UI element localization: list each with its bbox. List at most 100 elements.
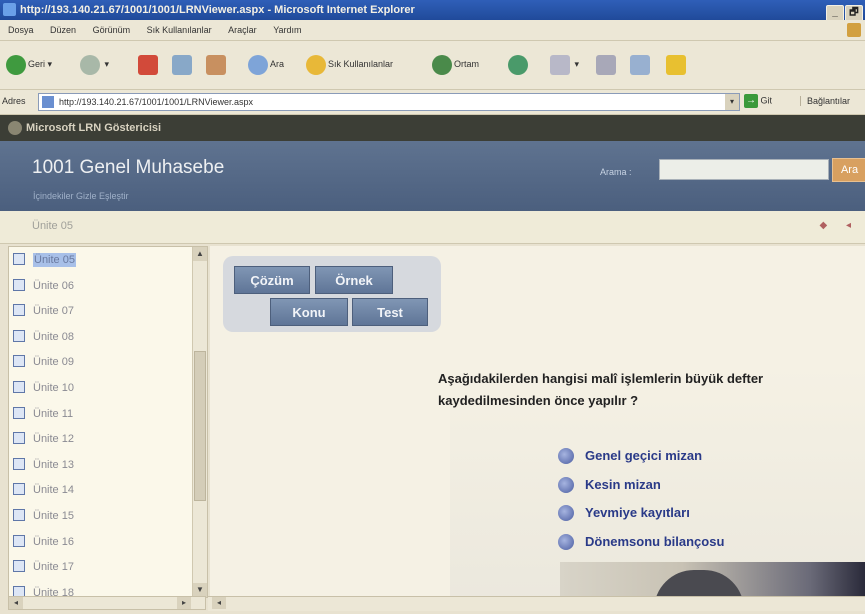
refresh-button[interactable] [172, 52, 194, 76]
content-horizontal-scrollbar[interactable]: ◂ [208, 596, 865, 611]
scroll-left-arrow-icon[interactable]: ◂ [212, 597, 226, 609]
answer-option-label: Kesin mizan [585, 476, 661, 492]
go-arrow-icon: → [744, 94, 758, 108]
toc-item[interactable]: Ünite 07 [9, 298, 189, 324]
toc-sidebar: Ünite 05 Ünite 06 Ünite 07 Ünite 08 Ünit… [8, 246, 208, 598]
toc-item[interactable]: Ünite 09 [9, 349, 189, 375]
toc-item[interactable]: Ünite 16 [9, 529, 189, 555]
scroll-thumb[interactable] [194, 351, 206, 501]
answer-option[interactable]: Kesin mizan [555, 475, 724, 504]
toc-item[interactable]: Ünite 14 [9, 477, 189, 503]
menu-help[interactable]: Yardım [273, 25, 301, 35]
history-button[interactable] [508, 52, 530, 76]
menu-edit[interactable]: Düzen [50, 25, 76, 35]
toc-item[interactable]: Ünite 15 [9, 503, 189, 529]
document-icon [13, 432, 25, 445]
document-icon [13, 329, 25, 342]
search-button[interactable]: Ara [248, 52, 284, 76]
toc-item-label: Ünite 15 [33, 509, 74, 522]
question-line-1: Aşağıdakilerden hangisi malî işlemlerin … [438, 371, 764, 386]
nav-arrows[interactable]: ◆ ◂ [820, 220, 860, 231]
answer-option-label: Dönemsonu bilançosu [585, 533, 725, 549]
stop-icon [138, 54, 158, 75]
scroll-up-arrow-icon[interactable]: ▲ [193, 247, 207, 261]
toc-horizontal-scrollbar[interactable]: ◂ ▸ [8, 596, 206, 610]
browser-toolbar: Geri ▾ ▾ Ara Sık Kullanılanlar Ortam ▾ [0, 41, 865, 90]
search-input[interactable] [659, 159, 829, 180]
document-icon [13, 278, 25, 291]
address-dropdown[interactable]: ▾ [725, 94, 739, 110]
scroll-left-arrow-icon[interactable]: ◂ [9, 597, 23, 609]
menu-bar: Dosya Düzen Görünüm Sık Kullanılanlar Ar… [0, 20, 865, 41]
messenger-icon [666, 54, 686, 75]
toc-vertical-scrollbar[interactable]: ▲ ▼ [192, 247, 207, 597]
person-head [654, 570, 744, 596]
document-icon [13, 253, 25, 265]
history-icon [508, 54, 528, 75]
document-icon [13, 483, 25, 496]
toc-item[interactable]: Ünite 17 [9, 554, 189, 580]
toc-item[interactable]: Ünite 08 [9, 324, 189, 350]
home-icon [206, 54, 226, 75]
menu-file[interactable]: Dosya [8, 25, 34, 35]
go-button[interactable]: → Git [744, 94, 772, 108]
toc-item[interactable]: Ünite 05 [9, 247, 189, 273]
answer-option-label: Yevmiye kayıtları [585, 505, 690, 521]
back-label: Geri [28, 59, 46, 69]
star-icon [306, 54, 326, 75]
toc-item[interactable]: Ünite 12 [9, 426, 189, 452]
ornek-button[interactable]: Örnek [315, 266, 393, 294]
messenger-button[interactable] [666, 52, 688, 76]
address-bar: Adres http://193.140.21.67/1001/1001/LRN… [0, 90, 865, 115]
radio-bullet-icon [558, 505, 574, 522]
toc-item[interactable]: Ünite 13 [9, 452, 189, 478]
answer-options: Genel geçici mizan Kesin mizan Yevmiye k… [555, 446, 724, 560]
document-icon [13, 560, 25, 573]
edit-button[interactable] [630, 52, 652, 76]
forward-button[interactable]: ▾ [80, 52, 109, 76]
print-icon [596, 54, 616, 75]
links-button[interactable]: Bağlantılar [800, 96, 850, 106]
toc-item[interactable]: Ünite 06 [9, 273, 189, 299]
menu-tools[interactable]: Araçlar [228, 25, 257, 35]
breadcrumb: Ünite 05 [32, 220, 73, 232]
answer-option-label: Genel geçici mizan [585, 448, 703, 463]
print-button[interactable] [596, 52, 618, 76]
answer-option[interactable]: Yevmiye kayıtları [555, 503, 724, 532]
back-button[interactable]: Geri ▾ [6, 52, 52, 76]
home-button[interactable] [206, 52, 228, 76]
toc-links[interactable]: İçindekiler Gizle Eşleştir [33, 191, 129, 201]
ie-icon [3, 3, 16, 16]
refresh-icon [172, 54, 192, 75]
radio-bullet-icon [558, 476, 574, 493]
stop-button[interactable] [138, 52, 160, 76]
course-title: 1001 Genel Muhasebe [32, 157, 225, 178]
lesson-content: Çözüm Örnek Konu Test Aşağıdakilerden ha… [210, 246, 865, 596]
answer-option[interactable]: Genel geçici mizan [555, 446, 724, 475]
document-icon [13, 380, 25, 393]
toc-item-label: Ünite 12 [33, 433, 74, 446]
toc-item[interactable]: Ünite 11 [9, 401, 189, 427]
instructor-photo [560, 562, 865, 596]
menu-view[interactable]: Görünüm [93, 25, 131, 35]
test-button[interactable]: Test [352, 298, 428, 326]
media-button[interactable]: Ortam [432, 52, 479, 76]
document-icon [13, 534, 25, 547]
search-go-button[interactable]: Ara [832, 158, 865, 182]
konu-button[interactable]: Konu [270, 298, 348, 326]
toc-item[interactable]: Ünite 10 [9, 375, 189, 401]
scroll-right-arrow-icon[interactable]: ▸ [177, 597, 191, 609]
search-label: Ara [270, 59, 285, 69]
favorites-button[interactable]: Sık Kullanılanlar [306, 52, 393, 76]
document-icon [13, 355, 25, 368]
go-label: Git [760, 95, 773, 106]
answer-option[interactable]: Dönemsonu bilançosu [555, 532, 724, 561]
scroll-down-arrow-icon[interactable]: ▼ [193, 583, 207, 597]
lrn-brand: Microsoft LRN Göstericisi [26, 122, 162, 134]
mail-button[interactable]: ▾ [550, 52, 579, 76]
page-icon [42, 96, 54, 108]
menu-favorites[interactable]: Sık Kullanılanlar [147, 25, 212, 35]
cozum-button[interactable]: Çözüm [234, 266, 310, 294]
toc-item-label: Ünite 13 [33, 458, 74, 471]
address-input[interactable]: http://193.140.21.67/1001/1001/LRNViewer… [38, 93, 740, 111]
